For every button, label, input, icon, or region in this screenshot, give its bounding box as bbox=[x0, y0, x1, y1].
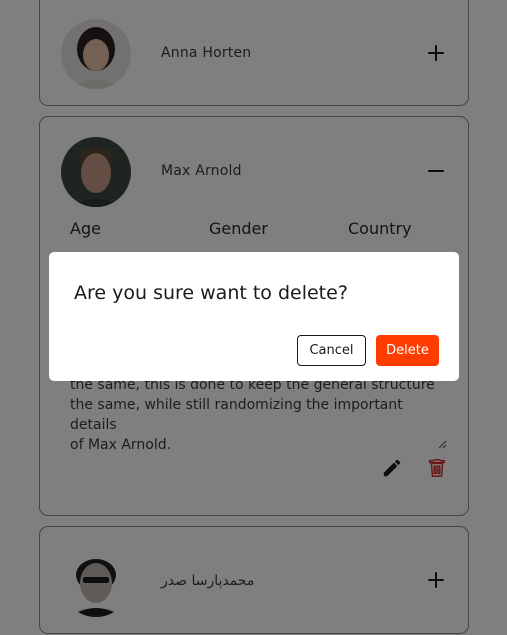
cancel-button[interactable]: Cancel bbox=[297, 335, 366, 366]
delete-button[interactable]: Delete bbox=[376, 335, 439, 366]
delete-confirm-dialog: Are you sure want to delete? Cancel Dele… bbox=[49, 252, 459, 381]
dialog-title: Are you sure want to delete? bbox=[74, 282, 348, 304]
